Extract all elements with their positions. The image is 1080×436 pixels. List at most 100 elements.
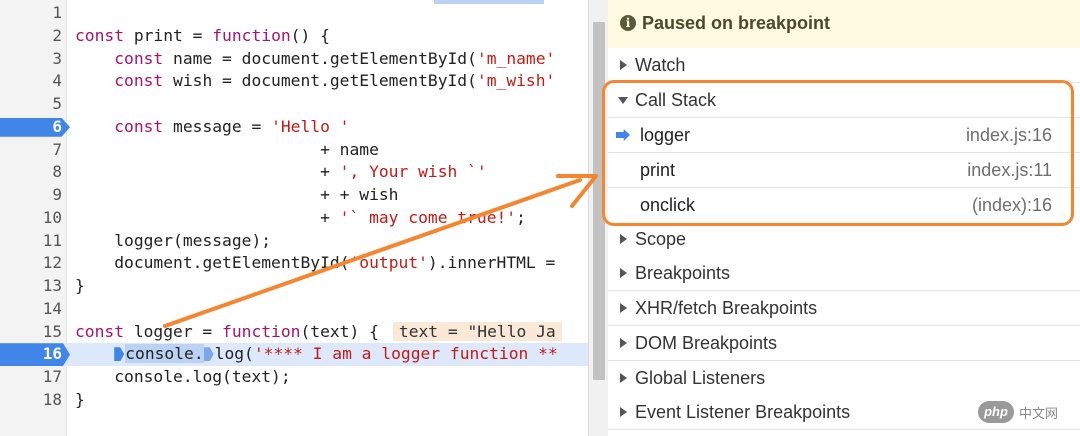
- code-line: 10 + '` may come true!';: [0, 207, 588, 230]
- code-line: 17 console.log(text);: [0, 366, 588, 389]
- section-label: Global Listeners: [635, 368, 766, 388]
- editor-scrollbar[interactable]: [588, 0, 609, 436]
- inline-variable-value: text = "Hello Ja: [392, 321, 562, 341]
- expand-triangle-icon: [620, 373, 627, 383]
- line-number[interactable]: 5: [0, 93, 62, 116]
- line-number[interactable]: 2: [0, 25, 62, 48]
- frame-name: logger: [640, 125, 691, 145]
- code-line: 4 const wish = document.getElementById('…: [0, 70, 588, 93]
- section-breakpoints[interactable]: Breakpoints: [608, 256, 1080, 291]
- current-frame-arrow-icon: [616, 129, 630, 141]
- line-number[interactable]: 12: [0, 252, 62, 275]
- line-number[interactable]: 18: [0, 389, 62, 412]
- code-line: 7 + name: [0, 139, 588, 162]
- current-execution-line: 16 console. log('**** I am a logger funct…: [0, 343, 588, 366]
- expand-triangle-icon: [620, 407, 627, 417]
- code-token: console.log(text);: [114, 367, 291, 386]
- section-label: Watch: [635, 55, 686, 75]
- call-frame-onclick[interactable]: onclick (index):16: [608, 188, 1080, 223]
- frame-location[interactable]: (index):16: [972, 195, 1052, 216]
- code-line: 18 }: [0, 389, 588, 412]
- code-token: () {: [290, 25, 330, 45]
- code-token: ;: [516, 207, 526, 227]
- code-token: + + wish: [320, 185, 399, 204]
- code-token: const: [75, 321, 125, 341]
- section-scope[interactable]: Scope: [608, 222, 1080, 257]
- line-number[interactable]: 8: [0, 161, 62, 184]
- code-token: message =: [163, 116, 272, 136]
- code-token: function: [222, 321, 301, 341]
- line-number[interactable]: 13: [0, 275, 62, 298]
- continue-to-location-icon[interactable]: [114, 347, 125, 362]
- continue-to-location-icon[interactable]: [203, 347, 214, 362]
- code-token: +: [320, 162, 340, 182]
- code-token: const: [114, 71, 164, 91]
- line-number[interactable]: 14: [0, 298, 62, 321]
- code-token: wish = document.getElementById(: [163, 71, 477, 91]
- frame-location[interactable]: index.js:11: [967, 160, 1052, 181]
- code-line: 5: [0, 93, 588, 116]
- code-line: 15 const logger = function(text) {text =…: [0, 321, 588, 344]
- watermark-logo: php: [978, 401, 1014, 423]
- code-token: '**** I am a logger function **: [253, 344, 558, 364]
- code-token: '` may come true!': [339, 207, 517, 227]
- section-dom-breakpoints[interactable]: DOM Breakpoints: [608, 326, 1080, 361]
- line-number[interactable]: 1: [0, 2, 62, 25]
- code-token: document.getElementById(: [114, 253, 350, 273]
- expand-triangle-icon: [620, 60, 627, 70]
- section-label: Breakpoints: [635, 263, 731, 283]
- expand-triangle-icon: [620, 338, 627, 348]
- code-token: logger =: [124, 321, 223, 341]
- section-global-listeners[interactable]: Global Listeners: [608, 361, 1080, 396]
- expand-triangle-icon: [620, 268, 627, 278]
- line-number[interactable]: 9: [0, 184, 62, 207]
- line-number[interactable]: 4: [0, 70, 62, 93]
- code-token: 'output': [349, 253, 428, 273]
- frame-name: print: [640, 160, 676, 180]
- line-number[interactable]: 17: [0, 366, 62, 389]
- code-line: 8 + ', Your wish `': [0, 161, 588, 184]
- line-number[interactable]: 3: [0, 48, 62, 71]
- line-number[interactable]: 6: [0, 118, 62, 137]
- line-number[interactable]: 11: [0, 230, 62, 253]
- code-line: 2 const print = function() {: [0, 25, 588, 48]
- section-watch[interactable]: Watch: [608, 48, 1080, 83]
- code-line: 13 }: [0, 275, 588, 298]
- code-token: +: [320, 207, 340, 227]
- code-token: ).innerHTML =: [427, 253, 556, 273]
- section-label: Event Listener Breakpoints: [635, 402, 851, 422]
- expand-triangle-icon: [620, 303, 627, 313]
- code-token: 'm_wish': [476, 71, 556, 91]
- code-line: 3 const name = document.getElementById('…: [0, 48, 588, 71]
- breakpoint-marker[interactable]: 6: [0, 117, 70, 137]
- frame-location[interactable]: index.js:16: [966, 125, 1052, 146]
- code-token: ', Your wish `': [339, 162, 487, 182]
- source-editor[interactable]: 1 2 const print = function() { 3 const n…: [0, 0, 588, 436]
- code-token: log(: [214, 344, 254, 364]
- section-call-stack[interactable]: Call Stack: [608, 83, 1080, 118]
- watermark-text: 中文网: [1019, 406, 1059, 421]
- scrollbar-thumb[interactable]: [593, 22, 605, 380]
- line-number[interactable]: 7: [0, 139, 62, 162]
- code-line: 14: [0, 298, 588, 321]
- code-token: function: [212, 25, 291, 45]
- code-line: 12 document.getElementById('output').inn…: [0, 252, 588, 275]
- call-frame-logger[interactable]: logger index.js:16: [608, 118, 1080, 153]
- code-token: + name: [320, 139, 379, 159]
- code-line: 1: [0, 2, 588, 25]
- line-number[interactable]: 10: [0, 207, 62, 230]
- debugger-sidebar: i Paused on breakpoint Watch Call Stack …: [608, 0, 1080, 436]
- section-xhr-fetch-breakpoints[interactable]: XHR/fetch Breakpoints: [608, 291, 1080, 326]
- call-frame-print[interactable]: print index.js:11: [608, 153, 1080, 188]
- code-token: }: [75, 276, 85, 295]
- frame-name: onclick: [640, 195, 696, 215]
- collapse-triangle-icon: [618, 97, 628, 104]
- line-number[interactable]: 16: [0, 343, 62, 366]
- line-number[interactable]: 15: [0, 321, 62, 344]
- code-token: logger(message);: [114, 230, 272, 250]
- paused-banner: i Paused on breakpoint: [608, 0, 1080, 49]
- code-token: print =: [124, 25, 213, 45]
- section-label: Scope: [635, 229, 687, 249]
- code-token: name = document.getElementById(: [163, 48, 477, 68]
- code-token: const: [114, 48, 164, 68]
